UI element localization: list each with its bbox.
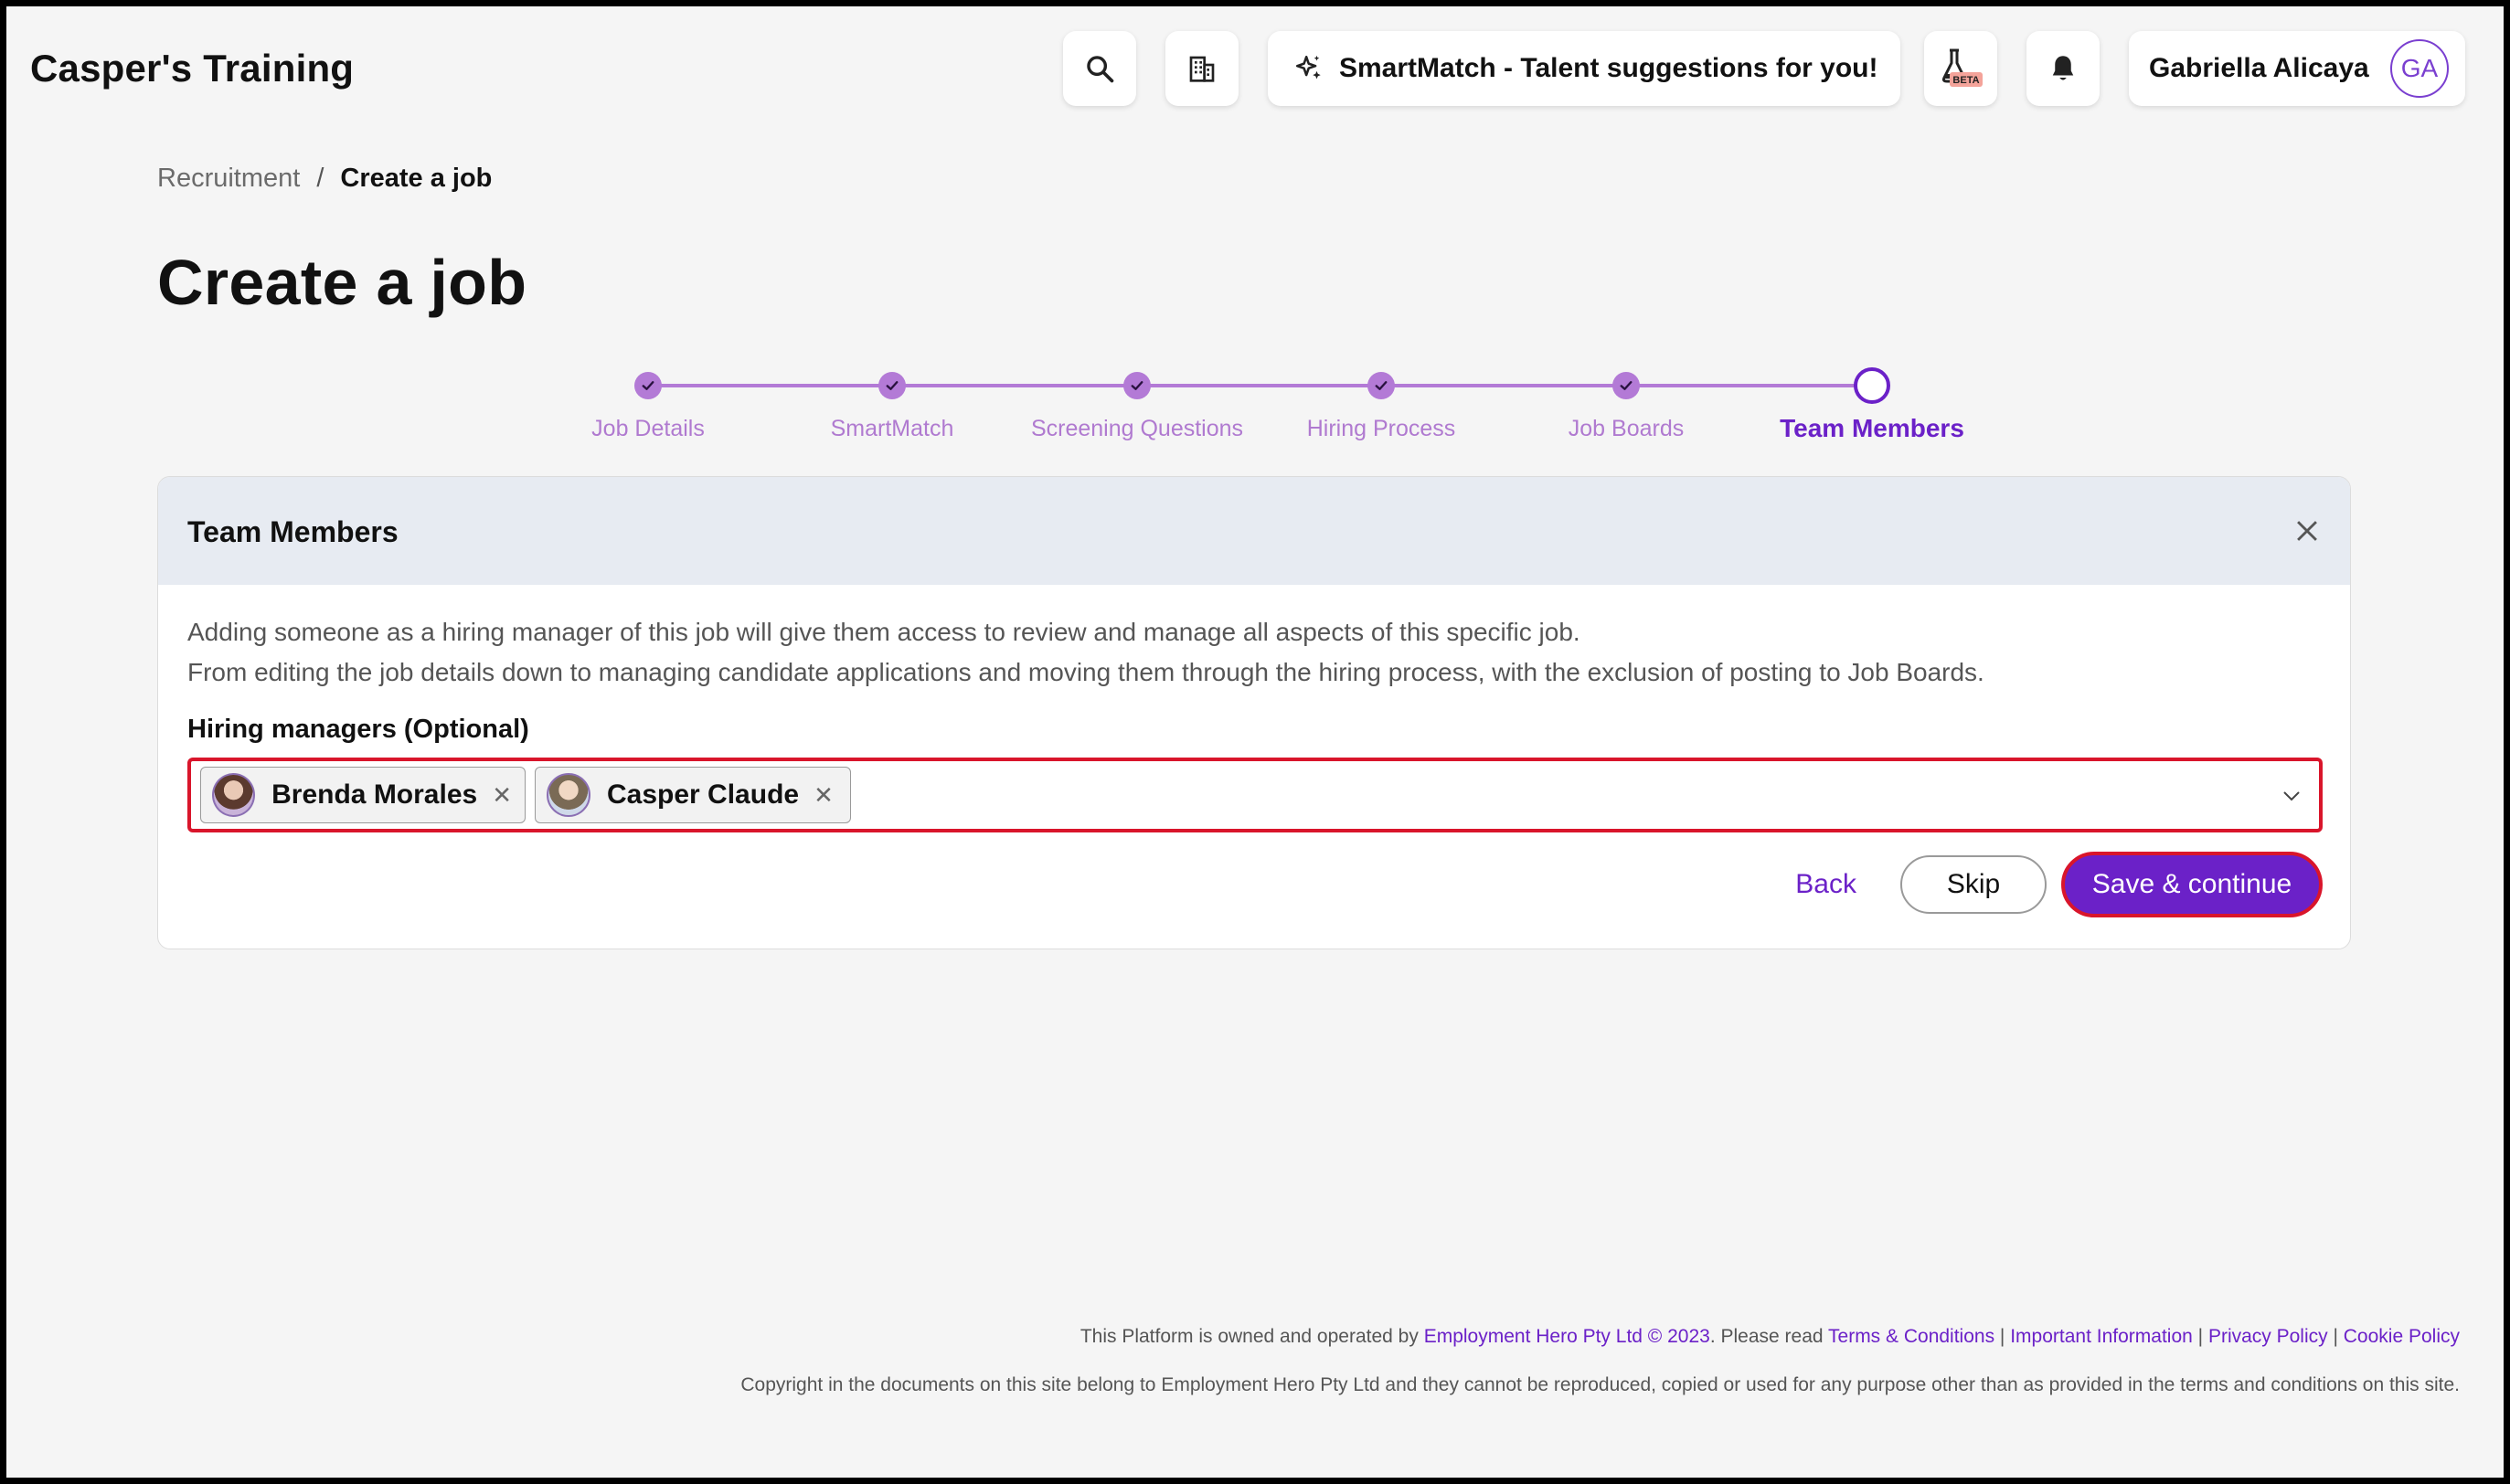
- stepper-track: [648, 384, 1872, 387]
- footer-privacy-link[interactable]: Privacy Policy: [2208, 1326, 2328, 1347]
- step-dot-team-members[interactable]: [1854, 367, 1890, 404]
- selected-manager-chip: Casper Claude ✕: [535, 767, 851, 823]
- avatar: [547, 773, 590, 817]
- progress-stepper: Job Details SmartMatch Screening Questio…: [6, 354, 2504, 454]
- avatar: GA: [2390, 39, 2449, 98]
- remove-chip-close-icon[interactable]: ✕: [492, 781, 512, 810]
- bell-icon: [2052, 56, 2074, 80]
- notifications-button[interactable]: [2026, 31, 2100, 106]
- sparkle-icon: [1295, 55, 1321, 80]
- footer-company-link[interactable]: Employment Hero Pty Ltd © 2023: [1424, 1326, 1710, 1347]
- step-label-job-boards[interactable]: Job Boards: [1569, 416, 1684, 442]
- footer-separator: |: [1994, 1326, 2011, 1347]
- footer-copyright: Copyright in the documents on this site …: [740, 1374, 2460, 1395]
- smartmatch-button[interactable]: SmartMatch - Talent suggestions for you!: [1268, 31, 1900, 106]
- manager-name: Brenda Morales: [271, 779, 478, 810]
- breadcrumb-separator: /: [316, 164, 324, 193]
- step-dot-job-boards[interactable]: [1612, 372, 1640, 399]
- breadcrumb: Recruitment / Create a job: [157, 164, 492, 194]
- app-title: Casper's Training: [30, 47, 355, 90]
- flask-icon: BETA: [1941, 48, 1983, 87]
- step-dot-job-details[interactable]: [634, 372, 662, 399]
- page-title: Create a job: [157, 247, 527, 318]
- smartmatch-label: SmartMatch - Talent suggestions for you!: [1339, 53, 1878, 83]
- save-and-continue-button[interactable]: Save & continue: [2061, 852, 2323, 917]
- footer-ownership-line: This Platform is owned and operated by E…: [1080, 1326, 2460, 1348]
- skip-button[interactable]: Skip: [1900, 855, 2047, 914]
- team-members-card: Team Members Adding someone as a hiring …: [157, 476, 2351, 949]
- footer-prefix-text: This Platform is owned and operated by: [1080, 1326, 1424, 1347]
- beta-badge: BETA: [1952, 75, 1979, 86]
- search-icon: [1087, 56, 1114, 83]
- building-icon: [1189, 56, 1215, 82]
- remove-chip-close-icon[interactable]: ✕: [814, 781, 834, 810]
- step-label-smartmatch[interactable]: SmartMatch: [831, 416, 954, 442]
- card-actions: Back Skip Save & continue: [1795, 852, 2323, 917]
- description-line-1: Adding someone as a hiring manager of th…: [187, 618, 1580, 646]
- step-dot-screening-questions[interactable]: [1123, 372, 1151, 399]
- check-icon: [1131, 381, 1143, 390]
- step-dot-hiring-process[interactable]: [1367, 372, 1395, 399]
- footer-terms-link[interactable]: Terms & Conditions: [1828, 1326, 1994, 1347]
- beta-features-button[interactable]: BETA: [1924, 31, 1997, 106]
- card-description: Adding someone as a hiring manager of th…: [187, 612, 1984, 693]
- footer-separator: |: [2192, 1326, 2208, 1347]
- card-title: Team Members: [187, 515, 399, 548]
- search-button[interactable]: [1063, 31, 1136, 106]
- check-icon: [1620, 381, 1633, 390]
- user-menu-button[interactable]: Gabriella Alicaya GA: [2129, 31, 2465, 106]
- step-label-screening-questions[interactable]: Screening Questions: [1031, 416, 1243, 442]
- breadcrumb-current: Create a job: [340, 164, 493, 193]
- back-button[interactable]: Back: [1795, 869, 1856, 900]
- step-dot-smartmatch[interactable]: [878, 372, 906, 399]
- hiring-managers-select[interactable]: Brenda Morales ✕ Casper Claude ✕: [187, 758, 2323, 832]
- avatar: [212, 773, 256, 817]
- hiring-managers-label: Hiring managers (Optional): [187, 715, 529, 744]
- step-label-team-members[interactable]: Team Members: [1780, 414, 1964, 443]
- user-name: Gabriella Alicaya: [2149, 53, 2369, 83]
- check-icon: [1375, 381, 1388, 390]
- check-icon: [642, 381, 654, 390]
- manager-name: Casper Claude: [607, 779, 800, 810]
- check-icon: [886, 381, 899, 390]
- footer-cookie-link[interactable]: Cookie Policy: [2344, 1326, 2460, 1347]
- breadcrumb-recruitment-link[interactable]: Recruitment: [157, 164, 300, 194]
- organisation-button[interactable]: [1165, 31, 1239, 106]
- close-icon[interactable]: [2292, 515, 2323, 546]
- step-label-hiring-process[interactable]: Hiring Process: [1307, 416, 1456, 442]
- footer-mid-text: . Please read: [1709, 1326, 1829, 1347]
- footer-important-info-link[interactable]: Important Information: [2010, 1326, 2193, 1347]
- description-line-2: From editing the job details down to man…: [187, 658, 1984, 686]
- footer-separator: |: [2327, 1326, 2344, 1347]
- selected-manager-chip: Brenda Morales ✕: [200, 767, 526, 823]
- card-header: Team Members: [158, 477, 2350, 585]
- app-window: Casper's Training SmartMatch - Talent su…: [6, 6, 2504, 1478]
- step-label-job-details[interactable]: Job Details: [591, 416, 705, 442]
- chevron-down-icon[interactable]: [2281, 785, 2303, 807]
